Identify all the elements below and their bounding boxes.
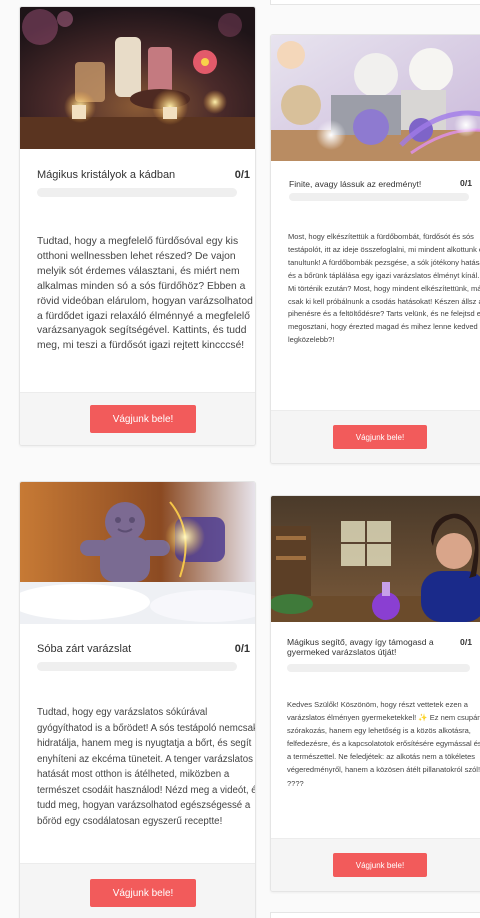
- lesson-header: Sóba zárt varázslat 0/1: [20, 643, 255, 655]
- lesson-card-finite-results[interactable]: Finite, avagy lássuk az eredményt! 0/1 M…: [270, 34, 480, 464]
- start-lesson-button[interactable]: Vágjunk bele!: [90, 879, 196, 907]
- lesson-card-salt-magic[interactable]: Sóba zárt varázslat 0/1 Tudtad, hogy egy…: [19, 481, 256, 918]
- lesson-header: Finite, avagy lássuk az eredményt! 0/1: [271, 178, 480, 190]
- lesson-progress-bar: [289, 193, 469, 201]
- lesson-thumbnail-presenter[interactable]: [271, 496, 480, 622]
- lesson-thumbnail-gingerbread-soap[interactable]: [20, 482, 255, 624]
- lesson-description: Tudtad, hogy egy varázslatos sókúrával g…: [37, 707, 256, 827]
- lesson-progress-bar: [287, 664, 470, 672]
- lesson-header: Mágikus segítő, avagy így támogasd a gye…: [271, 637, 480, 657]
- lesson-score: 0/1: [460, 637, 472, 647]
- bath-bombs-image: [271, 35, 480, 161]
- lesson-footer: Vágjunk bele!: [271, 838, 480, 891]
- course-lesson-grid: Mágikus kristályok a kádban 0/1 Tudtad, …: [0, 0, 480, 918]
- lesson-header: Mágikus kristályok a kádban 0/1: [20, 169, 255, 181]
- lesson-thumbnail-candles-spa[interactable]: [20, 7, 255, 149]
- lesson-title[interactable]: Sóba zárt varázslat: [37, 643, 131, 655]
- lesson-card-magic-helper[interactable]: Mágikus segítő, avagy így támogasd a gye…: [270, 495, 480, 892]
- lesson-score: 0/1: [234, 643, 250, 655]
- lesson-score: 0/1: [460, 178, 472, 188]
- lesson-description: Kedves Szülők! Köszönöm, hogy részt vett…: [287, 700, 480, 788]
- lesson-progress-bar: [37, 188, 237, 197]
- lesson-footer: Vágjunk bele!: [20, 863, 255, 918]
- lesson-title[interactable]: Finite, avagy lássuk az eredményt!: [289, 178, 421, 190]
- lesson-title[interactable]: Mágikus segítő, avagy így támogasd a gye…: [287, 637, 457, 657]
- lesson-title[interactable]: Mágikus kristályok a kádban: [37, 169, 175, 181]
- card-stub-bottom-right: [270, 912, 480, 918]
- gingerbread-soap-image: [20, 482, 255, 624]
- lesson-score: 0/1: [234, 169, 250, 181]
- card-stub-top-right: [270, 0, 480, 5]
- start-lesson-button[interactable]: Vágjunk bele!: [333, 853, 427, 877]
- lesson-progress-bar: [37, 662, 237, 671]
- lesson-description: Tudtad, hogy a megfelelő fürdősóval egy …: [37, 236, 253, 352]
- lesson-footer: Vágjunk bele!: [271, 410, 480, 463]
- start-lesson-button[interactable]: Vágjunk bele!: [333, 425, 427, 449]
- lesson-footer: Vágjunk bele!: [20, 392, 255, 445]
- lesson-thumbnail-bath-bombs[interactable]: [271, 35, 480, 161]
- start-lesson-button[interactable]: Vágjunk bele!: [90, 405, 196, 433]
- presenter-cottage-image: [271, 496, 480, 622]
- spa-candles-image: [20, 7, 255, 149]
- lesson-card-bath-crystals[interactable]: Mágikus kristályok a kádban 0/1 Tudtad, …: [19, 6, 256, 446]
- lesson-description: Most, hogy elkészítettük a fürdőbombát, …: [288, 232, 480, 345]
